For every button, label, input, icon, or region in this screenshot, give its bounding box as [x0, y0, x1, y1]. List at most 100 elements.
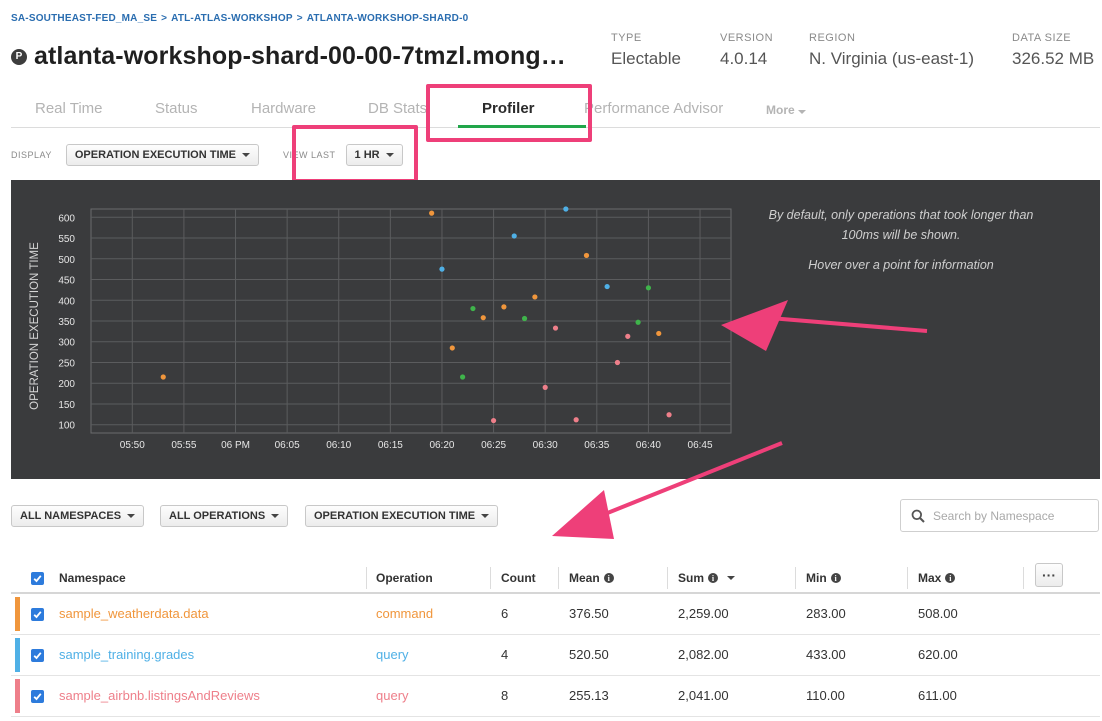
- scatter-point[interactable]: [490, 417, 497, 424]
- info-icon[interactable]: i: [603, 573, 614, 583]
- select-all-checkbox[interactable]: [31, 572, 44, 585]
- scatter-point[interactable]: [429, 210, 435, 216]
- meta-type: TYPE Electable: [611, 32, 681, 69]
- chevron-down-icon: [271, 514, 280, 518]
- view-last-highlight: [292, 125, 418, 183]
- tab-performance-advisor[interactable]: Performance Advisor: [584, 100, 723, 117]
- row-max: 620.00: [918, 647, 958, 662]
- check-icon: [33, 693, 42, 701]
- scatter-point[interactable]: [573, 417, 579, 423]
- column-header-namespace[interactable]: Namespace: [59, 571, 126, 585]
- breadcrumb-link-org[interactable]: SA-SOUTHEAST-FED_MA_SE: [11, 13, 157, 24]
- scatter-point[interactable]: [542, 384, 548, 390]
- y-tick-label: 300: [58, 338, 75, 349]
- row-min: 110.00: [806, 688, 845, 703]
- table-row[interactable]: sample_training.grades query 4 520.50 2,…: [11, 635, 1100, 676]
- row-min: 283.00: [806, 606, 846, 621]
- column-header-sum-label: Sum: [678, 571, 705, 585]
- column-header-mean[interactable]: Mean i: [569, 571, 614, 585]
- x-tick-label: 05:50: [120, 440, 145, 451]
- more-options-button[interactable]: ···: [1035, 563, 1063, 587]
- tab-status[interactable]: Status: [155, 100, 198, 117]
- scatter-point[interactable]: [645, 285, 652, 291]
- scatter-point[interactable]: [614, 359, 621, 366]
- operations-filter-dropdown[interactable]: ALL OPERATIONS: [160, 505, 289, 527]
- y-tick-label: 150: [58, 400, 75, 411]
- tab-more[interactable]: More: [766, 103, 806, 117]
- y-tick-label: 250: [58, 358, 75, 369]
- namespace-search: [900, 499, 1099, 532]
- namespace-search-input[interactable]: [933, 508, 1093, 523]
- y-tick-label: 200: [58, 379, 75, 390]
- row-operation: query: [376, 688, 409, 703]
- scatter-point[interactable]: [635, 319, 641, 325]
- ellipsis-icon: ···: [1042, 567, 1056, 583]
- row-namespace[interactable]: sample_training.grades: [59, 647, 194, 662]
- scatter-point[interactable]: [521, 315, 528, 322]
- breadcrumb-link-cluster[interactable]: ATLANTA-WORKSHOP-SHARD-0: [307, 13, 469, 24]
- row-namespace[interactable]: sample_weatherdata.data: [59, 606, 209, 621]
- display-metric-dropdown[interactable]: OPERATION EXECUTION TIME: [65, 144, 259, 166]
- y-tick-label: 500: [58, 255, 75, 266]
- scatter-point[interactable]: [563, 206, 569, 212]
- tab-db-stats[interactable]: DB Stats: [368, 100, 427, 117]
- scatter-point[interactable]: [532, 294, 538, 300]
- metric-filter-dropdown[interactable]: OPERATION EXECUTION TIME: [305, 505, 499, 527]
- scatter-point[interactable]: [666, 412, 672, 418]
- column-divider: [907, 567, 908, 589]
- row-min: 433.00: [806, 647, 846, 662]
- column-header-sum[interactable]: Sum i: [678, 571, 736, 585]
- x-tick-label: 06:05: [275, 440, 300, 451]
- y-tick-label: 600: [58, 213, 75, 224]
- column-header-operation[interactable]: Operation: [376, 571, 433, 585]
- metric-filter-value: OPERATION EXECUTION TIME: [314, 510, 476, 522]
- table-row[interactable]: sample_weatherdata.data command 6 376.50…: [11, 594, 1100, 635]
- scatter-point[interactable]: [625, 333, 631, 339]
- row-checkbox[interactable]: [31, 608, 44, 621]
- tab-more-label: More: [766, 103, 795, 117]
- row-mean: 376.50: [569, 606, 609, 621]
- chevron-down-icon: [127, 514, 136, 518]
- breadcrumb-link-project[interactable]: ATL-ATLAS-WORKSHOP: [171, 13, 293, 24]
- info-icon[interactable]: i: [945, 573, 956, 583]
- row-namespace[interactable]: sample_airbnb.listingsAndReviews: [59, 688, 260, 703]
- meta-version: VERSION 4.0.14: [720, 32, 773, 69]
- info-icon[interactable]: i: [708, 573, 719, 583]
- row-checkbox[interactable]: [31, 690, 44, 703]
- namespaces-filter-dropdown[interactable]: ALL NAMESPACES: [11, 505, 145, 527]
- row-mean: 520.50: [569, 647, 609, 662]
- meta-data-size-value: 326.52 MB: [1012, 49, 1095, 68]
- scatter-point[interactable]: [460, 374, 466, 380]
- scatter-point[interactable]: [583, 252, 590, 259]
- row-sum: 2,041.00: [678, 688, 729, 703]
- scatter-point[interactable]: [439, 266, 445, 272]
- tab-real-time[interactable]: Real Time: [35, 100, 103, 117]
- chart-note-hover: Hover over a point for information: [808, 258, 994, 272]
- column-divider: [1023, 567, 1024, 589]
- tab-hardware[interactable]: Hardware: [251, 100, 316, 117]
- row-operation: command: [376, 606, 434, 621]
- scatter-point[interactable]: [656, 330, 662, 337]
- scatter-point[interactable]: [449, 345, 455, 351]
- column-header-count[interactable]: Count: [501, 571, 536, 585]
- column-header-min[interactable]: Min i: [806, 571, 841, 585]
- column-divider: [490, 567, 491, 589]
- meta-data-size: DATA SIZE 326.52 MB: [1012, 32, 1094, 69]
- scatter-point[interactable]: [160, 374, 166, 380]
- scatter-point[interactable]: [470, 305, 476, 312]
- scatter-point[interactable]: [511, 233, 517, 239]
- table-row[interactable]: sample_airbnb.listingsAndReviews query 8…: [11, 676, 1100, 717]
- scatter-point[interactable]: [480, 315, 486, 321]
- row-count: 8: [501, 688, 509, 703]
- column-header-max[interactable]: Max i: [918, 571, 956, 585]
- profiler-table: Namespace Operation Count Mean i Sum i Min…: [11, 563, 1100, 717]
- row-max: 611.00: [918, 688, 957, 703]
- info-icon[interactable]: i: [830, 573, 841, 583]
- scatter-point[interactable]: [604, 283, 610, 290]
- row-checkbox[interactable]: [31, 649, 44, 662]
- scatter-point[interactable]: [501, 304, 507, 310]
- primary-node-badge: P: [11, 48, 27, 65]
- meta-region-label: REGION: [809, 32, 856, 44]
- scatter-point[interactable]: [552, 325, 559, 331]
- meta-region-value: N. Virginia (us-east-1): [809, 49, 975, 68]
